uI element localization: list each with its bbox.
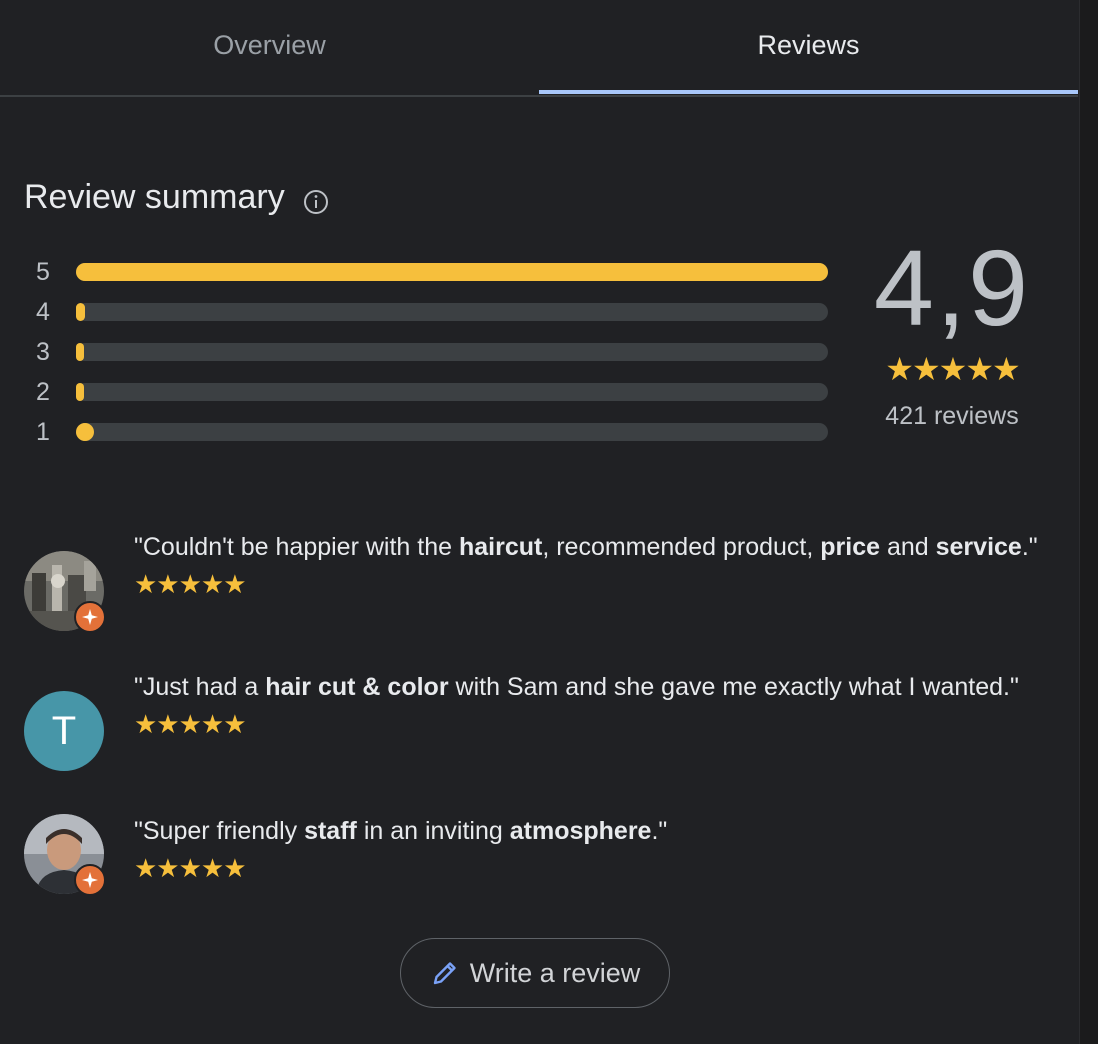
histogram-bar [76,423,94,441]
histogram-row-3[interactable]: 3 [36,332,836,372]
reviewer-avatar[interactable]: T [24,691,104,771]
histogram-track [76,263,828,281]
overall-score: 4,9 ★★★★★ 421 reviews [852,232,1052,431]
histogram-track [76,303,828,321]
histogram-label: 2 [36,377,50,406]
reviewer-avatar[interactable] [24,551,106,633]
letter-avatar: T [24,691,104,771]
pencil-icon [433,962,456,985]
rating-histogram: 5 4 3 2 1 [36,252,836,452]
reviewer-avatar[interactable] [24,814,106,896]
review-count-link[interactable]: 421 reviews [852,402,1052,431]
write-review-label: Write a review [469,957,641,988]
review-stars: ★★★★★ [134,569,247,599]
tab-bar: Overview Reviews [0,0,1078,97]
tab-reviews[interactable]: Reviews [539,0,1078,94]
write-review-button[interactable]: Write a review [400,938,670,1008]
histogram-label: 5 [36,257,50,286]
highlighted-keyword: haircut [458,533,543,561]
review-text-segment: in an inviting [356,817,510,845]
review-text-block: "Couldn't be happier with the haircut, r… [134,525,1044,599]
highlighted-keyword: staff [304,817,357,845]
tab-overview[interactable]: Overview [0,0,539,90]
histogram-bar [76,303,85,321]
local-guide-badge-icon [74,864,106,896]
info-icon[interactable] [303,185,329,214]
avatar-letter: T [51,708,77,753]
histogram-label: 1 [36,417,50,446]
review-text-block: "Just had a hair cut & color with Sam an… [134,665,1044,739]
histogram-track [76,383,828,401]
histogram-bar [76,263,828,281]
histogram-bar [76,343,84,361]
histogram-track [76,343,828,361]
highlighted-keyword: price [820,533,881,561]
review-quote: "Just had a hair cut & color with Sam an… [134,665,1044,709]
review-text-segment: "Just had a [134,673,266,701]
local-guide-badge-icon [74,601,106,633]
review-text-segment: ." [651,817,668,845]
review-text-segment: ." [1021,533,1038,561]
histogram-label: 3 [36,337,50,366]
review-text-segment: , recommended product, [542,533,821,561]
highlighted-keyword: atmosphere [509,817,652,845]
histogram-row-2[interactable]: 2 [36,372,836,412]
histogram-track [76,423,828,441]
histogram-label: 4 [36,297,50,326]
review-quote: "Super friendly staff in an inviting atm… [134,809,1044,853]
review-text-segment: "Super friendly [134,817,305,845]
highlighted-keyword: hair cut & color [265,673,449,701]
review-text-segment: "Couldn't be happier with the [134,533,459,561]
review-summary-heading: Review summary [24,178,329,217]
review-text-segment: and [880,533,936,561]
rating-stars: ★★★★★ [885,351,1020,387]
review-text-block: "Super friendly staff in an inviting atm… [134,809,1044,883]
review-summary-title: Review summary [24,178,285,216]
histogram-row-1[interactable]: 1 [36,412,836,452]
average-rating: 4,9 [873,227,1031,348]
reviews-panel: Overview Reviews Review summary 5 4 3 2 [0,0,1080,1044]
review-stars: ★★★★★ [134,853,247,883]
histogram-row-5[interactable]: 5 [36,252,836,292]
highlighted-keyword: service [935,533,1022,561]
histogram-bar [76,383,84,401]
review-stars: ★★★★★ [134,709,247,739]
review-text-segment: with Sam and she gave me exactly what I … [448,673,1019,701]
scrollbar-track[interactable] [1079,0,1098,1044]
histogram-row-4[interactable]: 4 [36,292,836,332]
review-quote: "Couldn't be happier with the haircut, r… [134,525,1044,569]
